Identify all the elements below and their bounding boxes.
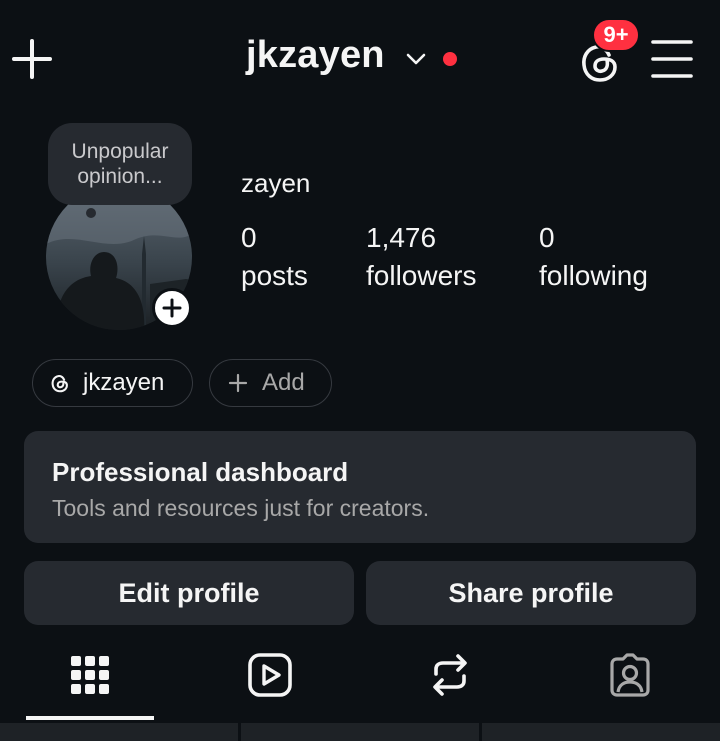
menu-button[interactable] <box>650 38 694 80</box>
profile-note[interactable]: Unpopular opinion... <box>48 123 192 205</box>
posts-label[interactable]: posts <box>241 260 308 292</box>
create-button[interactable] <box>10 37 54 81</box>
profile-username[interactable]: jkzayen <box>246 34 385 77</box>
tagged-user-icon <box>610 653 650 697</box>
new-activity-dot <box>443 52 457 66</box>
add-story-button[interactable] <box>152 288 192 328</box>
tab-posts-grid[interactable] <box>60 645 120 705</box>
hamburger-menu-icon <box>651 40 693 78</box>
tab-reposts[interactable] <box>420 645 480 705</box>
reels-icon <box>248 653 292 697</box>
tab-reels[interactable] <box>240 645 300 705</box>
chevron-down-icon[interactable] <box>405 50 427 68</box>
dashboard-title: Professional dashboard <box>52 457 349 487</box>
display-name: zayen <box>241 168 311 198</box>
plus-icon <box>228 373 248 393</box>
dashboard-subtitle: Tools and resources just for creators. <box>52 495 430 521</box>
following-label[interactable]: following <box>539 260 648 292</box>
tab-tagged[interactable] <box>600 645 660 705</box>
threads-icon <box>51 374 68 393</box>
grid-cell[interactable] <box>0 723 238 741</box>
followers-count[interactable]: 1,476 <box>366 222 436 254</box>
threads-handle: jkzayen <box>83 369 165 396</box>
add-link-pill[interactable]: Add <box>209 359 332 407</box>
plus-icon <box>12 39 52 79</box>
grid-cell[interactable] <box>482 723 720 741</box>
threads-link-pill[interactable]: jkzayen <box>32 359 193 407</box>
note-text: Unpopular opinion... <box>71 140 169 188</box>
following-count[interactable]: 0 <box>539 222 555 254</box>
active-tab-indicator <box>26 716 154 720</box>
notification-badge: 9+ <box>592 18 640 52</box>
grid-cell[interactable] <box>241 723 479 741</box>
grid-icon <box>71 656 109 694</box>
note-bubble-tail <box>86 208 96 218</box>
repost-icon <box>433 654 467 696</box>
share-profile-button[interactable]: Share profile <box>366 561 696 625</box>
posts-count[interactable]: 0 <box>241 222 257 254</box>
followers-label[interactable]: followers <box>366 260 476 292</box>
add-link-label: Add <box>262 369 305 396</box>
edit-profile-button[interactable]: Edit profile <box>24 561 354 625</box>
plus-icon <box>162 298 182 318</box>
